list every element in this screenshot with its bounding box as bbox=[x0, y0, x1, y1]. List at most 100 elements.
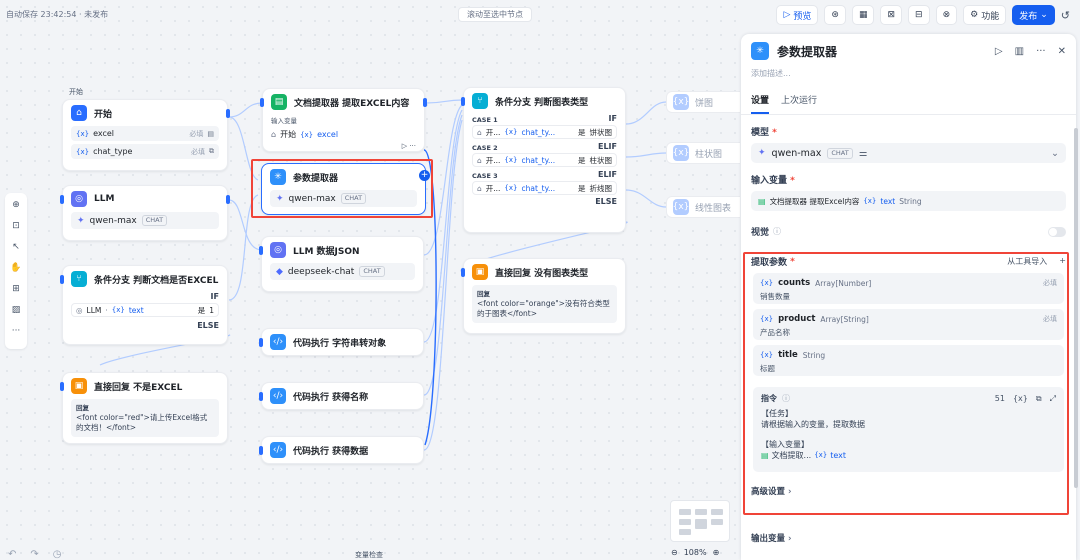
case3-condition: ⌂ 开... {x} chat_ty... 是折线图 bbox=[472, 181, 617, 195]
node-ifelse2-in-handle[interactable] bbox=[461, 97, 465, 106]
node-answer1-title: 直接回复 不是EXCEL bbox=[94, 382, 183, 393]
publish-button[interactable]: 发布 ⌄ bbox=[1012, 5, 1055, 25]
node-docext-out-handle[interactable] bbox=[423, 98, 427, 107]
node-ifelse-excel[interactable]: ⑂ 条件分支 判断文档是否EXCEL IF ◎ LLM · {x} text 是… bbox=[60, 265, 228, 345]
node-llm[interactable]: ◎ LLM ✦ qwen-max CHAT bbox=[60, 185, 230, 241]
expand-icon[interactable]: ⤢ bbox=[1050, 393, 1056, 404]
run-node-icon[interactable]: ▷ bbox=[995, 46, 1003, 57]
param-item-counts[interactable]: {x} counts Array[Number] 必填 销售数量 bbox=[753, 273, 1064, 304]
param-extractor-icon: ✳ bbox=[751, 42, 769, 60]
chevron-down-icon: ⌄ bbox=[1040, 10, 1048, 20]
instruction-editor[interactable]: 指令 ⓘ 51 {x} ⧉ ⤢ 【任务】 请根据输入的变量，提取数据 【输入变量… bbox=[753, 387, 1064, 472]
node-answer2-in-handle[interactable] bbox=[461, 268, 465, 277]
node-chart-bar[interactable]: {x} 柱状图 bbox=[666, 142, 740, 164]
node-answer2-title: 直接回复 没有图表类型 bbox=[495, 268, 589, 279]
node-chart-pie[interactable]: {x} 饼图 bbox=[666, 91, 740, 113]
insert-variable-icon[interactable]: {x} bbox=[1013, 393, 1028, 404]
zoom-in-icon[interactable]: ⊕ bbox=[713, 548, 720, 557]
zoom-control: ⊖ 108% ⊕ bbox=[671, 548, 719, 557]
hand-icon[interactable]: ✋ bbox=[10, 263, 21, 273]
output-vars-toggle[interactable]: 输出变量 › bbox=[751, 532, 792, 544]
copy-icon: ⧉ bbox=[209, 147, 214, 155]
features-button[interactable]: ⚙ 功能 bbox=[963, 5, 1007, 25]
description-input[interactable]: 添加描述... bbox=[741, 68, 1076, 79]
add-node-icon[interactable]: ⊕ bbox=[12, 200, 20, 210]
checklist-button[interactable]: ⊛ bbox=[824, 5, 846, 25]
chart-tool-icon: {x} bbox=[673, 199, 689, 215]
node-settings-panel: ✳ 参数提取器 ▷ ▥ ··· ✕ 添加描述... 设置 上次运行 模型 * ✦… bbox=[741, 34, 1076, 560]
more-icon[interactable]: ··· bbox=[12, 326, 21, 336]
else-label: ELSE bbox=[197, 321, 219, 330]
node-code-name[interactable]: ‹/› 代码执行 获得名称 bbox=[259, 382, 424, 410]
node-run-and-more-icon[interactable]: ▷ ··· bbox=[402, 142, 416, 150]
params-header: 提取参数 * 从工具导入 + bbox=[751, 256, 1066, 268]
node-start[interactable]: 开始 ⌂ 开始 {x} excel 必填 ▤ {x} chat_type 必填 … bbox=[62, 88, 230, 171]
branch-icon: ⑂ bbox=[71, 271, 87, 287]
copy-icon[interactable]: ⧉ bbox=[1036, 393, 1042, 404]
node-code-parse[interactable]: ‹/› 代码执行 字符串转对象 bbox=[259, 328, 424, 356]
node-ifelse-in-handle[interactable] bbox=[60, 275, 64, 284]
close-panel-button[interactable]: ⊗ bbox=[935, 5, 958, 25]
organize-icon[interactable]: ⊞ bbox=[12, 284, 20, 294]
help-icon[interactable]: ⓘ bbox=[782, 393, 790, 404]
node-answer-no-chart[interactable]: ▣ 直接回复 没有图表类型 回复 <font color="orange">没有… bbox=[461, 258, 626, 334]
node-llm2-in-handle[interactable] bbox=[259, 246, 263, 255]
more-options-icon[interactable]: ··· bbox=[1036, 46, 1046, 57]
node-code3-in-handle[interactable] bbox=[259, 446, 263, 455]
node-llm-json[interactable]: ◎ LLM 数据JSON ◆ deepseek-chat CHAT bbox=[259, 236, 424, 292]
param-item-product[interactable]: {x} product Array[String] 必填 产品名称 bbox=[753, 309, 1064, 340]
preview-button[interactable]: ▷ 预览 bbox=[776, 5, 819, 25]
vision-toggle[interactable] bbox=[1048, 226, 1066, 237]
node-llm-in-handle[interactable] bbox=[60, 195, 64, 204]
autosave-status: 自动保存 23:42:54 · 未发布 bbox=[6, 10, 109, 19]
image-icon[interactable]: ▨ bbox=[12, 305, 21, 315]
play-icon: ▷ bbox=[783, 10, 791, 20]
undo-icon[interactable]: ↶ bbox=[8, 549, 16, 560]
advanced-settings-toggle[interactable]: 高级设置 › bbox=[741, 485, 1076, 497]
param-item-title[interactable]: {x} title String 标题 bbox=[753, 345, 1064, 376]
reply-icon: ▣ bbox=[472, 264, 488, 280]
close-icon[interactable]: ✕ bbox=[1058, 46, 1066, 57]
history-icon[interactable]: ◷ bbox=[53, 549, 62, 560]
tab-last-run[interactable]: 上次运行 bbox=[781, 93, 817, 114]
minimap[interactable] bbox=[670, 500, 730, 542]
condition-row: ◎ LLM · {x} text 是 1 bbox=[71, 303, 219, 317]
workflow-canvas[interactable]: 自动保存 23:42:54 · 未发布 滚动至选中节点 开始 ⌂ 开始 {x} … bbox=[0, 0, 740, 560]
export-icon: ⊠ bbox=[887, 10, 896, 20]
variable-check-button[interactable]: 变量检查 bbox=[355, 550, 383, 560]
code-view-button[interactable]: ⊟ bbox=[908, 5, 930, 25]
panel-scrollbar[interactable] bbox=[1074, 128, 1078, 488]
tab-settings[interactable]: 设置 bbox=[751, 93, 770, 114]
node-llm-model: ✦ qwen-max CHAT bbox=[71, 212, 219, 229]
node-code-data[interactable]: ‹/› 代码执行 获得数据 bbox=[259, 436, 424, 464]
version-history-icon[interactable]: ↺ bbox=[1061, 9, 1070, 22]
node-ifelse-chart-type[interactable]: ⑂ 条件分支 判断图表类型 CASE 1 IF ⌂ 开... {x} chat_ty… bbox=[461, 87, 626, 233]
zoom-level[interactable]: 108% bbox=[684, 548, 707, 557]
node-answer1-in-handle[interactable] bbox=[60, 382, 64, 391]
node-doc-extractor[interactable]: ▤ 文档提取器 提取EXCEL内容 输入变量 ⌂ 开始 {x} excel ▷ … bbox=[260, 88, 427, 152]
env-vars-button[interactable]: ▦ bbox=[851, 5, 875, 25]
scroll-to-selected-button[interactable]: 滚动至选中节点 bbox=[458, 7, 532, 22]
node-answer-not-excel[interactable]: ▣ 直接回复 不是EXCEL 回复 <font color="red">请上传E… bbox=[60, 372, 228, 444]
zoom-out-icon[interactable]: ⊖ bbox=[671, 548, 678, 557]
pointer-icon[interactable]: ↖ bbox=[12, 242, 20, 252]
instruction-var-ref: ▤ 文档提取... {x} text bbox=[761, 451, 847, 460]
node-code2-in-handle[interactable] bbox=[259, 392, 263, 401]
node-llm-out-handle[interactable] bbox=[226, 195, 230, 204]
add-param-icon[interactable]: + bbox=[1059, 256, 1066, 267]
node-code1-in-handle[interactable] bbox=[259, 338, 263, 347]
node-start-out-handle[interactable] bbox=[226, 109, 230, 118]
export-button[interactable]: ⊠ bbox=[880, 5, 903, 25]
help-book-icon[interactable]: ▥ bbox=[1015, 46, 1024, 57]
import-from-tool-button[interactable]: 从工具导入 bbox=[1007, 256, 1047, 267]
model-params-icon[interactable]: ⚌ bbox=[859, 148, 868, 159]
node-docext-in-handle[interactable] bbox=[260, 98, 264, 107]
panel-title: 参数提取器 bbox=[777, 44, 838, 59]
help-icon[interactable]: ⓘ bbox=[773, 226, 781, 237]
input-var-select[interactable]: ▤ 文档提取器 提取Excel内容 {x} text String bbox=[751, 191, 1066, 211]
redo-icon[interactable]: ↷ bbox=[30, 549, 38, 560]
model-select[interactable]: ✦ qwen-max CHAT ⚌ ⌄ bbox=[751, 143, 1066, 163]
note-icon[interactable]: ⊡ bbox=[12, 221, 20, 231]
node-chart-line[interactable]: {x} 线性图表 bbox=[666, 196, 740, 218]
answer1-text: <font color="red">请上传Excel格式的文档！</font> bbox=[76, 413, 208, 432]
